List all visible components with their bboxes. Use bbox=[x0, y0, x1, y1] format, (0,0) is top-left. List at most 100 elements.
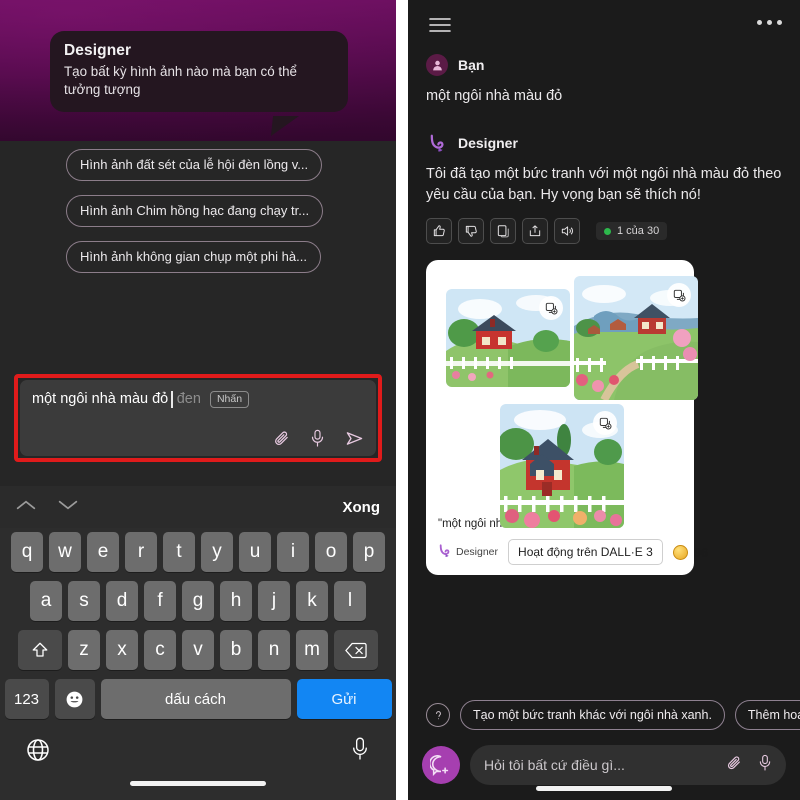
phone-divider bbox=[396, 0, 408, 800]
assistant-sender-name: Designer bbox=[458, 135, 518, 151]
assistant-message-text: Tôi đã tạo một bức tranh với một ngôi nh… bbox=[426, 166, 782, 203]
add-to-collection-icon[interactable] bbox=[539, 296, 563, 320]
key-w[interactable]: w bbox=[49, 532, 81, 572]
shift-up-arrow-icon[interactable] bbox=[18, 630, 62, 670]
keyboard-nav-arrows bbox=[16, 498, 78, 516]
designer-label-text: Designer bbox=[456, 546, 499, 558]
keyboard-toolbar: Xong bbox=[0, 486, 396, 528]
key-f[interactable]: f bbox=[144, 581, 176, 621]
key-o[interactable]: o bbox=[315, 532, 347, 572]
suggestion-chip-1[interactable]: Hình ảnh đất sét của lễ hội đèn lồng v..… bbox=[66, 149, 323, 181]
key-p[interactable]: p bbox=[353, 532, 385, 572]
thumbs-up-icon[interactable] bbox=[426, 218, 452, 244]
share-icon[interactable] bbox=[522, 218, 548, 244]
chat-text-input[interactable]: Hỏi tôi bất cứ điều gì... bbox=[470, 745, 786, 785]
designer-logo-icon bbox=[426, 132, 448, 154]
suggestion-chip-2[interactable]: Hình ảnh Chim hồng hạc đang chạy tr... bbox=[66, 195, 324, 227]
key-b[interactable]: b bbox=[220, 630, 252, 670]
key-z[interactable]: z bbox=[68, 630, 100, 670]
user-message-text: một ngôi nhà màu đỏ bbox=[426, 88, 563, 104]
suggestion-chip-3[interactable]: Hình ảnh không gian chụp một phi hà... bbox=[66, 241, 321, 273]
generated-image-2[interactable] bbox=[574, 276, 698, 400]
question-mark-icon[interactable] bbox=[426, 703, 450, 727]
keyboard-send-button[interactable]: Gửi bbox=[296, 679, 392, 719]
keyboard-row-1: q w e r t y u i o p bbox=[0, 532, 396, 572]
backspace-delete-icon[interactable] bbox=[334, 630, 378, 670]
user-message-header: Bạn bbox=[408, 54, 800, 76]
composer-highlight-box bbox=[14, 374, 382, 462]
right-suggestion-chip-2[interactable]: Thêm hoa bbox=[734, 700, 800, 730]
keyboard-row-4: 123 dấu cách Gửi bbox=[0, 679, 396, 719]
key-c[interactable]: c bbox=[144, 630, 176, 670]
home-indicator bbox=[130, 781, 266, 786]
home-indicator bbox=[536, 786, 672, 791]
credits-count: 96 bbox=[693, 544, 709, 560]
image-grid bbox=[438, 272, 698, 528]
key-s[interactable]: s bbox=[68, 581, 100, 621]
response-counter-badge: 1 của 30 bbox=[596, 222, 668, 240]
keyboard-row-2: a s d f g h j k l bbox=[0, 581, 396, 621]
chat-header bbox=[408, 0, 800, 54]
add-to-collection-icon[interactable] bbox=[593, 411, 617, 435]
key-v[interactable]: v bbox=[182, 630, 214, 670]
right-suggestion-chips: Tạo một bức tranh khác với ngôi nhà xanh… bbox=[408, 700, 800, 730]
key-i[interactable]: i bbox=[277, 532, 309, 572]
key-g[interactable]: g bbox=[182, 581, 214, 621]
key-r[interactable]: r bbox=[125, 532, 157, 572]
generated-images-card: "một ngôi nhà màu đỏ" Designer Hoạt động… bbox=[426, 260, 708, 575]
response-counter-text: 1 của 30 bbox=[617, 225, 660, 237]
generated-image-3[interactable] bbox=[500, 404, 624, 528]
designer-logo-icon bbox=[438, 543, 451, 561]
tooltip-tail bbox=[270, 116, 300, 136]
thumbs-down-icon[interactable] bbox=[458, 218, 484, 244]
add-to-collection-icon[interactable] bbox=[667, 283, 691, 307]
right-suggestion-chip-1[interactable]: Tạo một bức tranh khác với ngôi nhà xanh… bbox=[460, 700, 725, 730]
dictation-microphone-icon[interactable] bbox=[350, 736, 370, 767]
key-y[interactable]: y bbox=[201, 532, 233, 572]
on-screen-keyboard: q w e r t y u i o p a s d f g h j k l z … bbox=[0, 528, 396, 732]
key-numbers[interactable]: 123 bbox=[4, 679, 49, 719]
globe-language-icon[interactable] bbox=[26, 738, 50, 767]
right-phone-screen: Bạn một ngôi nhà màu đỏ Designer Tôi đã … bbox=[408, 0, 800, 800]
chat-input-bar: Hỏi tôi bất cứ điều gì... bbox=[408, 730, 800, 800]
key-space[interactable]: dấu cách bbox=[100, 679, 291, 719]
chevron-up-icon[interactable] bbox=[16, 498, 36, 516]
credits-badge: 96 bbox=[672, 544, 709, 560]
key-k[interactable]: k bbox=[296, 581, 328, 621]
key-m[interactable]: m bbox=[296, 630, 328, 670]
message-action-bar: 1 của 30 bbox=[408, 206, 800, 244]
key-u[interactable]: u bbox=[239, 532, 271, 572]
tooltip-body: Tạo bất kỳ hình ảnh nào mà bạn có thể tư… bbox=[64, 64, 298, 97]
key-q[interactable]: q bbox=[11, 532, 43, 572]
powered-by-chip[interactable]: Hoạt động trên DALL·E 3 bbox=[508, 539, 663, 565]
key-a[interactable]: a bbox=[30, 581, 62, 621]
key-d[interactable]: d bbox=[106, 581, 138, 621]
key-l[interactable]: l bbox=[334, 581, 366, 621]
new-chat-plus-icon[interactable] bbox=[422, 746, 460, 784]
microphone-icon[interactable] bbox=[758, 754, 772, 777]
designer-tooltip: Designer Tạo bất kỳ hình ảnh nào mà bạn … bbox=[50, 31, 348, 112]
key-j[interactable]: j bbox=[258, 581, 290, 621]
copy-icon[interactable] bbox=[490, 218, 516, 244]
hamburger-menu-icon[interactable] bbox=[428, 16, 452, 39]
paperclip-icon[interactable] bbox=[726, 755, 742, 776]
chevron-down-icon[interactable] bbox=[58, 498, 78, 516]
speaker-read-aloud-icon[interactable] bbox=[554, 218, 580, 244]
chat-input-placeholder: Hỏi tôi bất cứ điều gì... bbox=[484, 757, 625, 773]
emoji-smiley-icon[interactable] bbox=[54, 679, 95, 719]
tooltip-title: Designer bbox=[64, 42, 132, 59]
left-suggestion-chips: Hình ảnh đất sét của lễ hội đèn lồng v..… bbox=[0, 149, 396, 287]
footer-designer-label: Designer bbox=[438, 543, 499, 561]
coin-icon bbox=[672, 544, 688, 560]
key-t[interactable]: t bbox=[163, 532, 195, 572]
left-phone-screen: Designer Tạo bất kỳ hình ảnh nào mà bạn … bbox=[0, 0, 396, 800]
keyboard-bottom-bar bbox=[0, 728, 396, 800]
key-h[interactable]: h bbox=[220, 581, 252, 621]
generated-image-1[interactable] bbox=[446, 289, 570, 387]
keyboard-done-button[interactable]: Xong bbox=[343, 499, 381, 516]
status-dot-icon bbox=[604, 227, 611, 235]
key-x[interactable]: x bbox=[106, 630, 138, 670]
more-options-icon[interactable] bbox=[757, 20, 782, 25]
key-n[interactable]: n bbox=[258, 630, 290, 670]
key-e[interactable]: e bbox=[87, 532, 119, 572]
